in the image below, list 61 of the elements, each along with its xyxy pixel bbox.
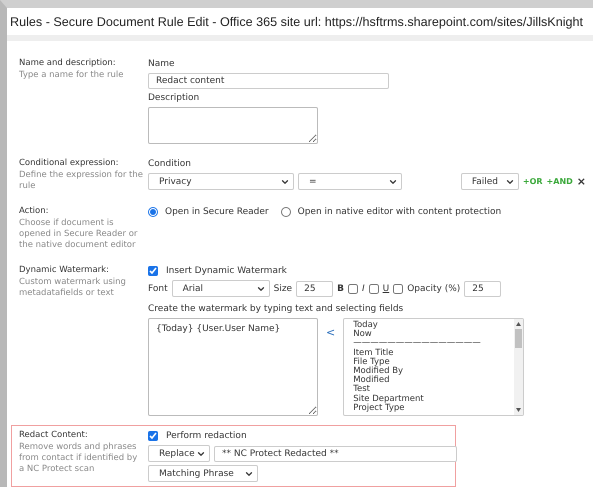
scroll-down-icon[interactable] [516, 408, 522, 412]
field-label: Size [274, 282, 292, 294]
replacement-field[interactable]: ** NC Protect Redacted ** [214, 446, 457, 462]
close-icon[interactable]: × [576, 175, 586, 188]
section-hint: Remove words and phrases from contact if identified by a NC Protect scan [19, 442, 138, 475]
radio-button[interactable] [148, 207, 158, 217]
field-label: Font [148, 282, 168, 294]
section-label: Dynamic Watermark: [19, 265, 110, 276]
scroll-up-icon[interactable] [516, 322, 522, 326]
style-label: I [362, 284, 365, 294]
section-label: Redact Content: [19, 430, 89, 441]
opacity-field[interactable]: 25 [464, 280, 502, 296]
dropdown[interactable]: Matching Phrase [148, 465, 258, 482]
style-label: B [337, 284, 344, 294]
description-field[interactable] [148, 107, 318, 144]
dropdown[interactable]: Failed [460, 173, 519, 190]
checkbox[interactable] [393, 284, 404, 294]
section-label: Action: [19, 206, 50, 217]
fields-listbox[interactable]: Today Now ——————————————— Item Title File Type Modified By Modified Test Site Department Project Type [343, 318, 524, 416]
section-label: Conditional expression: [19, 158, 120, 169]
scroll-thumb[interactable] [515, 329, 522, 348]
name-field[interactable]: Redact content [148, 73, 389, 89]
dropdown[interactable]: Replace [148, 445, 210, 462]
list-item[interactable]: File Type [353, 358, 506, 368]
list-item[interactable]: Item Title [353, 348, 506, 358]
list-item[interactable]: Today [353, 321, 506, 330]
list-item[interactable]: Now [353, 330, 506, 340]
checkbox-label: Insert Dynamic Watermark [166, 265, 287, 277]
list-item[interactable]: Test [353, 385, 506, 395]
section-hint: Type a name for the rule [19, 70, 124, 81]
checkbox[interactable] [348, 284, 358, 294]
instructions-text: Create the watermark by typing text and selecting fields [148, 303, 404, 315]
radio-label: Open in Secure Reader [165, 206, 269, 218]
scrollbar[interactable] [514, 319, 524, 415]
page-title: Rules - Secure Document Rule Edit - Office 365 site url: https://hsftrms.sharepoint.com/sites/JillsKnight [9, 14, 584, 31]
field-label: Condition [148, 158, 192, 170]
size-field[interactable]: 25 [296, 280, 334, 296]
section-hint: Choose if document is opened in Secure Reader or the native document editor [19, 218, 138, 251]
checkbox[interactable] [148, 266, 158, 276]
radio-button[interactable] [280, 207, 291, 217]
list-item[interactable]: Project Type [353, 404, 506, 414]
watermark-text-field[interactable]: {Today} {User.User Name} [148, 318, 318, 416]
checkbox[interactable] [368, 284, 379, 294]
list-item[interactable]: Site Department [353, 394, 506, 404]
list-item[interactable]: ——————————————— [353, 339, 506, 349]
field-label: Name [148, 58, 176, 70]
list-item[interactable]: Modified By [353, 367, 506, 376]
insert-field-button[interactable]: < [318, 326, 344, 339]
field-label: Description [148, 92, 200, 104]
dropdown[interactable]: Privacy [148, 173, 294, 190]
list-item[interactable]: Modified [353, 376, 506, 386]
dropdown[interactable]: = [298, 173, 402, 190]
style-label: U [382, 284, 390, 294]
checkbox-label: Perform redaction [166, 430, 247, 442]
dropdown[interactable]: Arial [172, 280, 270, 297]
radio-label: Open in native editor with content protection [298, 206, 502, 218]
section-hint: Define the expression for the rule [19, 170, 144, 192]
checkbox[interactable] [148, 431, 158, 441]
section-label: Name and description: [19, 58, 117, 69]
section-hint: Custom watermark using metadatafields or text [19, 277, 127, 299]
field-label: Opacity (%) [407, 282, 460, 294]
